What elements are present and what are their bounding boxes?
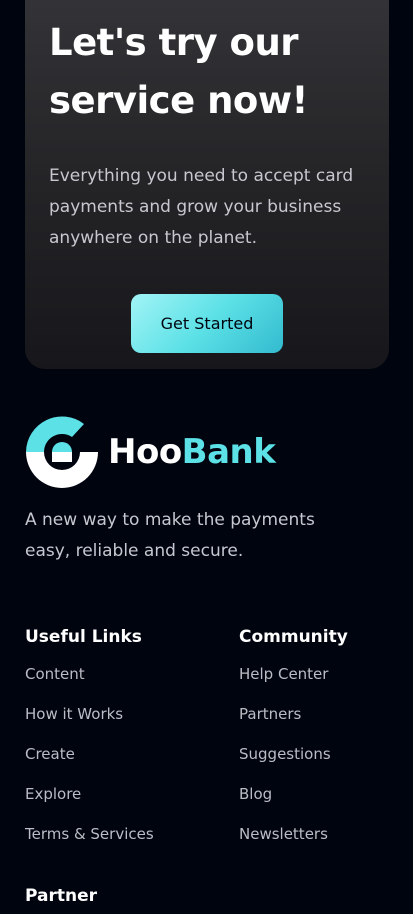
useful-links-column: Useful Links Content How it Works Create… bbox=[25, 623, 215, 863]
useful-links-list: Content How it Works Create Explore Term… bbox=[25, 663, 215, 863]
footer-link-suggestions[interactable]: Suggestions bbox=[239, 743, 413, 783]
footer-link-partners[interactable]: Partners bbox=[239, 703, 413, 743]
footer-link-blog[interactable]: Blog bbox=[239, 783, 413, 823]
footer-link-how-it-works[interactable]: How it Works bbox=[25, 703, 215, 743]
hoobank-logo-icon bbox=[26, 416, 98, 488]
cta-title: Let's try our service now! bbox=[49, 21, 308, 122]
brand-name: HooBank bbox=[108, 432, 276, 472]
page: Let's try our service now! Everything yo… bbox=[0, 0, 413, 914]
footer-link-content[interactable]: Content bbox=[25, 663, 215, 703]
hoobank-logo[interactable]: HooBank bbox=[26, 416, 296, 488]
footer-link-newsletters[interactable]: Newsletters bbox=[239, 823, 413, 863]
community-heading: Community bbox=[239, 627, 348, 647]
footer-link-explore[interactable]: Explore bbox=[25, 783, 215, 823]
footer-link-terms-services[interactable]: Terms & Services bbox=[25, 823, 215, 863]
useful-links-heading: Useful Links bbox=[25, 627, 142, 647]
partner-heading: Partner bbox=[25, 886, 98, 906]
brand-name-part2: Bank bbox=[181, 432, 276, 472]
cta-description: Everything you need to accept card payme… bbox=[49, 166, 354, 248]
community-column: Community Help Center Partners Suggestio… bbox=[239, 623, 413, 863]
brand-tagline: A new way to make the payments easy, rel… bbox=[25, 510, 315, 561]
get-started-button[interactable]: Get Started bbox=[131, 294, 283, 353]
footer-link-help-center[interactable]: Help Center bbox=[239, 663, 413, 703]
community-links-list: Help Center Partners Suggestions Blog Ne… bbox=[239, 663, 413, 863]
brand-name-part1: Hoo bbox=[108, 432, 182, 472]
footer-link-create[interactable]: Create bbox=[25, 743, 215, 783]
cta-card: Let's try our service now! Everything yo… bbox=[25, 0, 389, 369]
